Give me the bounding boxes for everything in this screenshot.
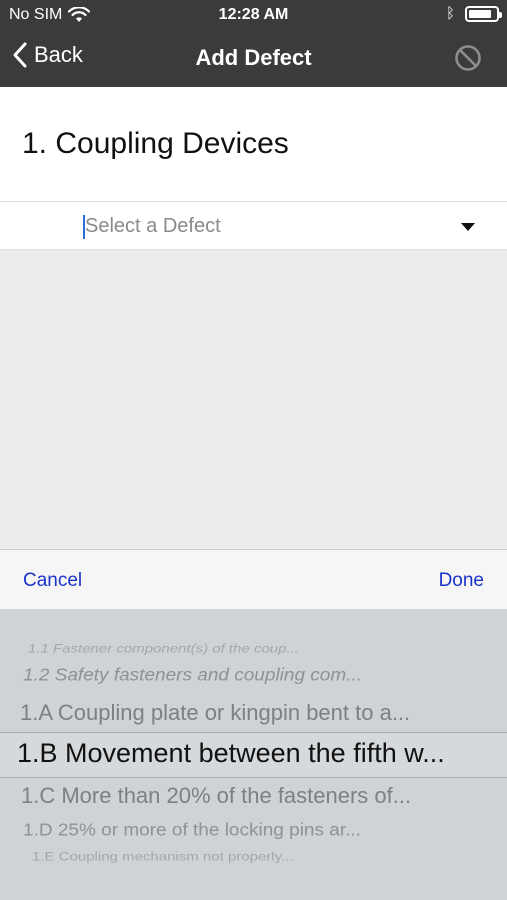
picker-option[interactable]: 1.C More than 20% of the fasteners of... <box>0 783 507 813</box>
picker-option[interactable]: 1.1 Fastener component(s) of the coup... <box>0 642 507 660</box>
picker-option[interactable]: 1.2 Safety fasteners and coupling com... <box>0 666 507 689</box>
picker-toolbar: Cancel Done <box>0 549 507 610</box>
picker-option[interactable]: 1.D 25% or more of the locking pins ar..… <box>0 821 507 844</box>
defect-select[interactable]: Select a Defect <box>0 201 507 250</box>
status-right: ᛒ <box>445 5 502 22</box>
add-defect-screen: No SIM 12:28 AM ᛒ Back Add Defect 1. Cou… <box>0 0 507 900</box>
section-header: 1. Coupling Devices <box>0 87 507 201</box>
content-area <box>0 250 507 549</box>
dropdown-caret-icon <box>461 223 475 231</box>
picker-option[interactable]: 1.E Coupling mechanism not properly... <box>0 850 507 868</box>
picker-option-faded <box>0 871 507 881</box>
defect-select-placeholder: Select a Defect <box>85 215 221 237</box>
defect-picker-wheel[interactable]: 1.1 Fastener component(s) of the coup...… <box>0 610 507 900</box>
picker-option-selected[interactable]: 1.B Movement between the fifth w... <box>0 738 507 774</box>
cancel-button[interactable]: Cancel <box>23 570 82 592</box>
nav-bar: Back Add Defect <box>0 30 507 87</box>
top-bar: No SIM 12:28 AM ᛒ Back Add Defect <box>0 0 507 87</box>
section-heading: 1. Coupling Devices <box>22 127 289 160</box>
done-button[interactable]: Done <box>439 570 484 592</box>
battery-fill <box>469 9 491 18</box>
page-title: Add Defect <box>195 45 312 70</box>
block-icon[interactable] <box>453 43 483 73</box>
bluetooth-icon: ᛒ <box>445 5 455 22</box>
picker-option[interactable]: 1.A Coupling plate or kingpin bent to a.… <box>0 700 507 730</box>
status-time: 12:28 AM <box>218 6 289 23</box>
status-bar: No SIM 12:28 AM ᛒ <box>0 0 507 30</box>
battery-icon <box>465 5 502 22</box>
